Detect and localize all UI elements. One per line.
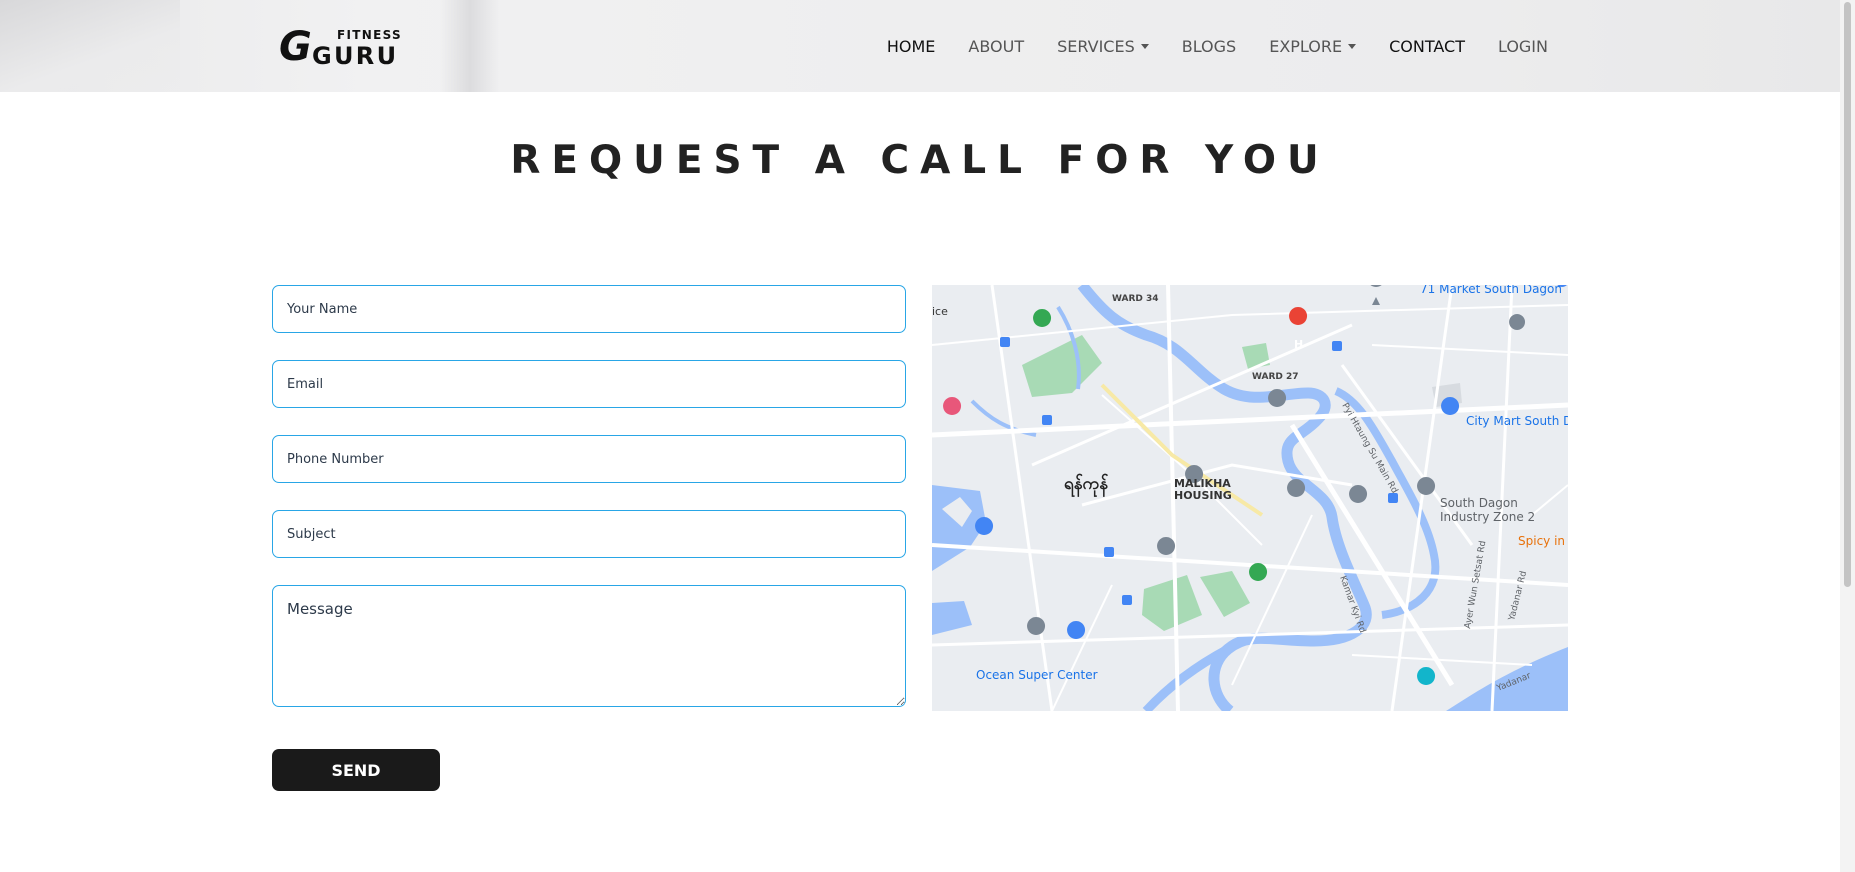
fitness-guru-logo[interactable]: G FITNESS GURU	[278, 22, 414, 68]
nav-explore-label[interactable]: EXPLORE	[1269, 37, 1342, 56]
nav-services[interactable]: SERVICES	[1057, 37, 1149, 56]
google-map[interactable]: H 71 Market South Dagon WARD 34 WARD 27	[932, 285, 1568, 711]
nav-login-label[interactable]: LOGIN	[1498, 37, 1548, 56]
message-textarea[interactable]	[272, 585, 906, 707]
map-label-spicy: Spicy in	[1518, 534, 1565, 548]
nav-services-label[interactable]: SERVICES	[1057, 37, 1135, 56]
nav-about[interactable]: ABOUT	[968, 37, 1024, 56]
send-button[interactable]: SEND	[272, 749, 440, 791]
industry-pin[interactable]	[1417, 477, 1436, 495]
map-label-market: 71 Market South Dagon	[1420, 285, 1562, 296]
map-label-ward34: WARD 34	[1112, 294, 1159, 304]
temple-pin[interactable]	[1268, 389, 1287, 407]
nav-home[interactable]: HOME	[887, 37, 936, 56]
hospital-icon: H	[1294, 338, 1303, 351]
logo-big-text: GURU	[312, 42, 398, 68]
page-scrollbar[interactable]	[1840, 0, 1855, 872]
nav-blogs[interactable]: BLOGS	[1182, 37, 1236, 56]
map-canvas[interactable]: H 71 Market South Dagon WARD 34 WARD 27	[932, 285, 1568, 711]
map-label-industry: Industry Zone 2	[1440, 510, 1535, 524]
nav-home-label[interactable]: HOME	[887, 37, 936, 56]
main-nav: HOME ABOUT SERVICES BLOGS EXPLORE CONTAC…	[854, 0, 1548, 92]
nav-contact-label[interactable]: CONTACT	[1389, 37, 1465, 56]
name-input[interactable]	[272, 285, 906, 333]
map-pin[interactable]	[1027, 617, 1046, 635]
map-pin[interactable]	[1287, 479, 1306, 497]
navbar-background-accent	[440, 0, 500, 92]
chevron-down-icon[interactable]	[1140, 43, 1149, 49]
hospital-pin[interactable]	[1289, 307, 1308, 325]
shopping-pin[interactable]	[1067, 621, 1086, 639]
park-pin[interactable]	[1249, 563, 1268, 581]
map-pin[interactable]	[1509, 314, 1526, 330]
nav-explore[interactable]: EXPLORE	[1269, 37, 1357, 56]
navbar-background	[0, 0, 180, 92]
email-input[interactable]	[272, 360, 906, 408]
map-label-housing: HOUSING	[1174, 489, 1232, 502]
map-label-ocean: Ocean Super Center	[976, 668, 1098, 682]
logo-small-text: FITNESS	[337, 28, 402, 42]
map-pin[interactable]	[1417, 667, 1436, 685]
nav-about-label[interactable]: ABOUT	[968, 37, 1024, 56]
map-pin[interactable]	[1157, 537, 1176, 555]
scrollbar-thumb[interactable]	[1844, 2, 1851, 587]
nav-login[interactable]: LOGIN	[1498, 37, 1548, 56]
phone-input[interactable]	[272, 435, 906, 483]
map-label-ice: ice	[932, 305, 948, 318]
map-pin[interactable]	[975, 517, 994, 535]
map-label-city-mart: City Mart South D	[1466, 414, 1568, 428]
nav-blogs-label[interactable]: BLOGS	[1182, 37, 1236, 56]
map-label-south-dagon: South Dagon	[1440, 496, 1518, 510]
map-label-ward27: WARD 27	[1252, 372, 1299, 382]
svg-text:G: G	[279, 24, 312, 68]
nav-contact[interactable]: CONTACT	[1389, 37, 1465, 56]
page-title: REQUEST A CALL FOR YOU	[510, 138, 1330, 183]
chevron-down-icon[interactable]	[1348, 43, 1357, 49]
map-pin[interactable]	[1349, 485, 1368, 503]
navbar: G FITNESS GURU HOME ABOUT SERVICES BLOGS…	[0, 0, 1840, 92]
park-pin[interactable]	[1033, 309, 1052, 327]
hotel-pin[interactable]	[943, 397, 962, 415]
subject-input[interactable]	[272, 510, 906, 558]
shopping-pin[interactable]	[1441, 397, 1460, 415]
